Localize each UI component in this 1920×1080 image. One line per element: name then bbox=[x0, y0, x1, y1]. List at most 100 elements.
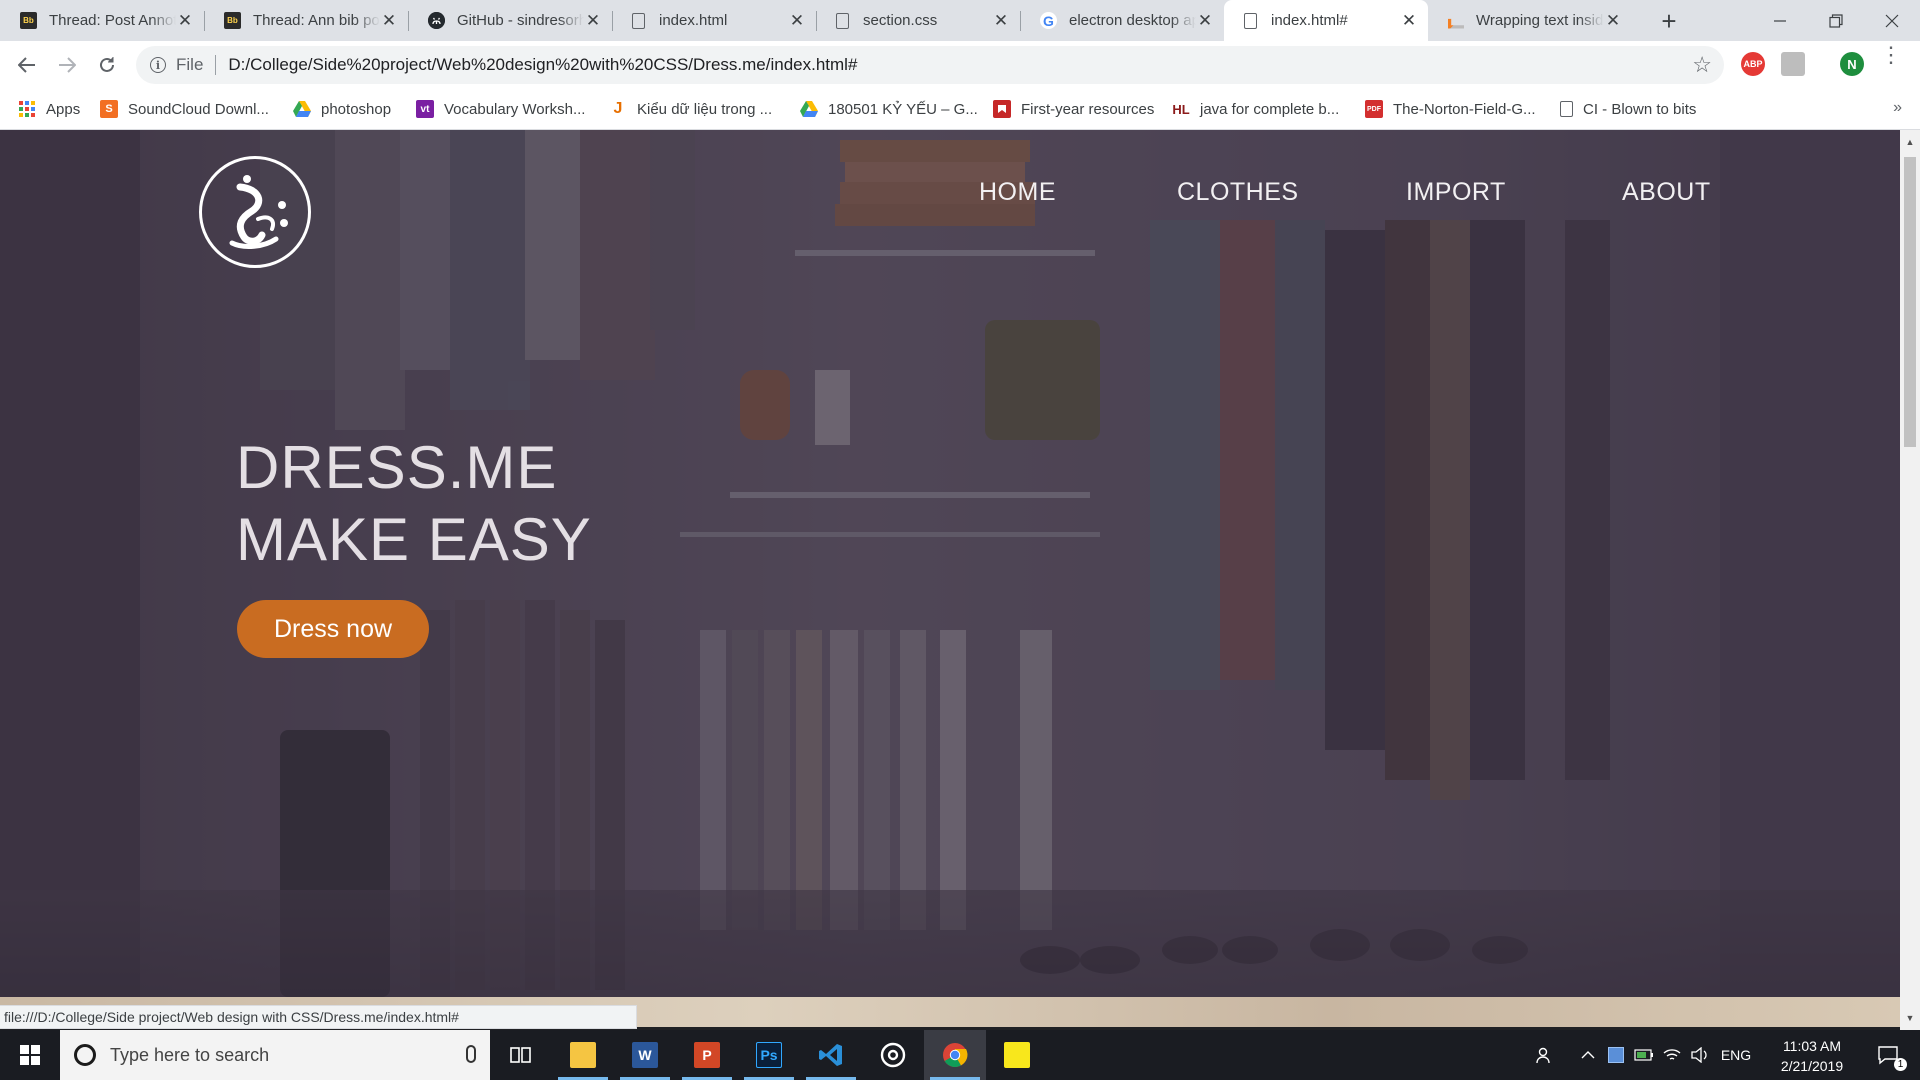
scroll-thumb[interactable] bbox=[1904, 157, 1916, 447]
url-scheme-label: File bbox=[176, 55, 204, 74]
bookmark-label: CI - Blown to bits bbox=[1583, 100, 1697, 118]
google-icon: G bbox=[1040, 12, 1057, 29]
tab-title: index.html# bbox=[1271, 12, 1348, 29]
bookmark-kieu-du-lieu[interactable]: J Kiểu dữ liệu trong ... bbox=[609, 88, 773, 130]
page-viewport: HOME CLOTHES IMPORT ABOUT DRESS.ME MAKE … bbox=[0, 130, 1900, 997]
vscode-icon bbox=[818, 1042, 844, 1068]
bookmark-label: Apps bbox=[46, 100, 81, 118]
taskbar-photoshop[interactable]: Ps bbox=[738, 1030, 800, 1080]
nav-home[interactable]: HOME bbox=[979, 178, 1056, 207]
close-icon[interactable]: ✕ bbox=[1400, 11, 1418, 30]
taskbar-word[interactable]: W bbox=[614, 1030, 676, 1080]
pdf-icon: PDF bbox=[1365, 100, 1383, 118]
github-icon bbox=[428, 12, 445, 29]
apps-grid-icon bbox=[18, 100, 36, 118]
nav-clothes[interactable]: CLOTHES bbox=[1177, 178, 1299, 207]
taskbar-file-explorer[interactable] bbox=[552, 1030, 614, 1080]
tab-title: Thread: Ann bib post bbox=[253, 12, 380, 29]
close-icon[interactable]: ✕ bbox=[176, 11, 194, 30]
adblock-plus-icon[interactable]: ABP bbox=[1741, 52, 1765, 76]
tab-title: section.css bbox=[863, 12, 938, 29]
reload-icon bbox=[100, 57, 114, 72]
action-center-button[interactable]: 1 bbox=[1866, 1030, 1910, 1080]
browser-toolbar: i File D:/College/Side%20project/Web%20d… bbox=[0, 41, 1920, 88]
people-icon[interactable] bbox=[1530, 1030, 1560, 1080]
close-icon[interactable]: ✕ bbox=[992, 11, 1010, 30]
dress-now-button[interactable]: Dress now bbox=[237, 600, 429, 658]
battery-icon[interactable] bbox=[1632, 1030, 1656, 1080]
dress-me-logo[interactable] bbox=[199, 156, 311, 268]
bookmark-java-complete[interactable]: HL java for complete b... bbox=[1172, 88, 1339, 130]
arrow-right-icon bbox=[59, 57, 76, 73]
powerpoint-icon: P bbox=[694, 1042, 720, 1068]
tab-index-html[interactable]: index.html ✕ bbox=[612, 0, 816, 41]
app-tray-icon[interactable] bbox=[1604, 1030, 1628, 1080]
taskbar-chrome[interactable] bbox=[924, 1030, 986, 1080]
profile-avatar[interactable]: N bbox=[1840, 52, 1864, 76]
bookmark-blown-to-bits[interactable]: CI - Blown to bits bbox=[1560, 88, 1696, 130]
minimize-button[interactable] bbox=[1752, 0, 1808, 41]
java-icon: J bbox=[613, 100, 623, 117]
back-button[interactable] bbox=[11, 49, 43, 81]
scroll-up-arrow-icon[interactable]: ▲ bbox=[1900, 134, 1920, 150]
system-clock[interactable]: 11:03 AM 2/21/2019 bbox=[1760, 1036, 1864, 1076]
chevron-double-right-icon[interactable]: » bbox=[1893, 99, 1902, 117]
taskbar-media[interactable] bbox=[862, 1030, 924, 1080]
start-button[interactable] bbox=[0, 1030, 60, 1080]
tab-electron[interactable]: G electron desktop app ✕ bbox=[1020, 0, 1224, 41]
bookmark-ky-yeu[interactable]: 180501 KỶ YẾU – G... bbox=[800, 88, 978, 130]
bookmark-label: photoshop bbox=[321, 100, 392, 118]
close-icon[interactable]: ✕ bbox=[1604, 11, 1622, 30]
bookmark-first-year[interactable]: First-year resources bbox=[993, 88, 1154, 130]
extension-icon[interactable] bbox=[1781, 52, 1805, 76]
nav-about[interactable]: ABOUT bbox=[1622, 178, 1711, 207]
bookmark-norton[interactable]: PDF The-Norton-Field-G... bbox=[1365, 88, 1536, 130]
stackoverflow-icon bbox=[1448, 18, 1464, 29]
tab-github[interactable]: GitHub - sindresorhus ✕ bbox=[408, 0, 612, 41]
bookmark-apps[interactable]: Apps bbox=[18, 88, 80, 130]
bookmark-label: The-Norton-Field-G... bbox=[1393, 100, 1536, 118]
taskbar-vscode[interactable] bbox=[800, 1030, 862, 1080]
tab-section-css[interactable]: section.css ✕ bbox=[816, 0, 1020, 41]
tab-thread-ann[interactable]: Bb Thread: Ann bib post ✕ bbox=[204, 0, 408, 41]
reload-button[interactable] bbox=[91, 49, 123, 81]
scroll-down-arrow-icon[interactable]: ▼ bbox=[1900, 1010, 1920, 1026]
file-explorer-icon bbox=[570, 1042, 596, 1068]
taskbar-sticky-notes[interactable] bbox=[986, 1030, 1048, 1080]
volume-icon[interactable] bbox=[1688, 1030, 1712, 1080]
tab-thread-post[interactable]: Bb Thread: Post Annotated ✕ bbox=[0, 0, 204, 41]
info-icon[interactable]: i bbox=[150, 57, 166, 73]
star-icon[interactable]: ☆ bbox=[1692, 52, 1712, 78]
bookmark-soundcloud[interactable]: S SoundCloud Downl... bbox=[100, 88, 269, 130]
task-view-button[interactable] bbox=[490, 1030, 552, 1080]
close-icon[interactable]: ✕ bbox=[1196, 11, 1214, 30]
tab-wrapping-text[interactable]: Wrapping text inside ✕ bbox=[1428, 0, 1632, 41]
close-icon[interactable]: ✕ bbox=[584, 11, 602, 30]
bookmarks-bar: Apps S SoundCloud Downl... photoshop vt … bbox=[0, 88, 1920, 130]
chevron-up-icon[interactable] bbox=[1576, 1030, 1600, 1080]
restore-button[interactable] bbox=[1808, 0, 1864, 41]
url-text[interactable]: D:/College/Side%20project/Web%20design%2… bbox=[228, 55, 857, 75]
menu-icon[interactable]: ⋮ bbox=[1880, 44, 1902, 66]
address-bar[interactable]: i File D:/College/Side%20project/Web%20d… bbox=[136, 46, 1724, 84]
tab-title: Thread: Post Annotated bbox=[49, 12, 176, 29]
close-icon[interactable]: ✕ bbox=[788, 11, 806, 30]
microphone-icon[interactable] bbox=[466, 1045, 476, 1063]
tab-title: electron desktop app bbox=[1069, 12, 1196, 29]
language-indicator[interactable]: ENG bbox=[1716, 1030, 1756, 1080]
page-scrollbar[interactable]: ▲ ▼ bbox=[1900, 130, 1920, 1030]
wifi-icon[interactable] bbox=[1660, 1030, 1684, 1080]
file-icon bbox=[1560, 101, 1573, 117]
nav-import[interactable]: IMPORT bbox=[1406, 178, 1506, 207]
close-icon[interactable]: ✕ bbox=[380, 11, 398, 30]
search-placeholder: Type here to search bbox=[110, 1044, 270, 1065]
clock-date: 2/21/2019 bbox=[1780, 1058, 1844, 1074]
taskbar-powerpoint[interactable]: P bbox=[676, 1030, 738, 1080]
tab-index-html-active[interactable]: index.html# ✕ bbox=[1224, 0, 1428, 41]
forward-button[interactable] bbox=[51, 49, 83, 81]
taskbar-search-box[interactable]: Type here to search bbox=[60, 1030, 490, 1080]
bookmark-photoshop[interactable]: photoshop bbox=[293, 88, 391, 130]
close-window-button[interactable] bbox=[1864, 0, 1920, 41]
bookmark-vocabulary[interactable]: vt Vocabulary Worksh... bbox=[416, 88, 585, 130]
new-tab-button[interactable]: + bbox=[1654, 6, 1684, 36]
